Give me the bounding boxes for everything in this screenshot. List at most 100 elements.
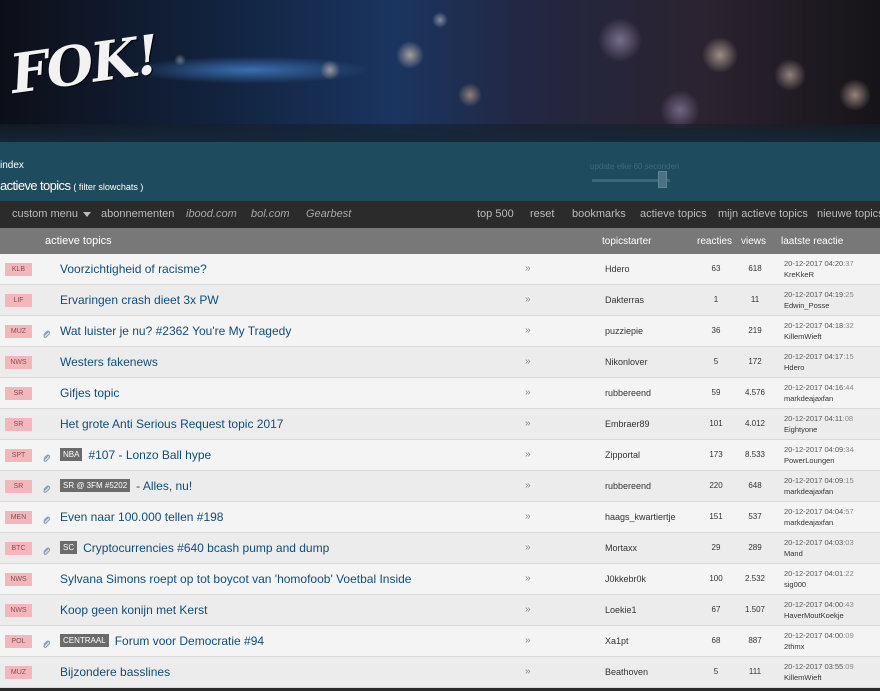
last-reply-user[interactable]: markdeajaxfan xyxy=(784,518,833,527)
topic-title-text[interactable]: #107 - Lonzo Ball hype xyxy=(88,448,211,462)
last-reply-time[interactable]: 20-12-2017 04:17:15 xyxy=(784,352,854,361)
topic-title-text[interactable]: Wat luister je nu? #2362 You're My Trage… xyxy=(60,324,291,338)
last-reply-time[interactable]: 20-12-2017 04:04:57 xyxy=(784,507,854,516)
topic-starter[interactable]: haags_kwartiertje xyxy=(605,512,676,522)
last-reply-user[interactable]: 2thmx xyxy=(784,642,804,651)
topic-starter[interactable]: Nikonlover xyxy=(605,357,648,367)
topic-title-text[interactable]: - Alles, nu! xyxy=(136,479,192,493)
last-page-arrow-icon[interactable]: » xyxy=(525,356,531,367)
last-reply-user[interactable]: Edwin_Posse xyxy=(784,301,829,310)
topic-title-text[interactable]: Forum voor Democratie #94 xyxy=(115,634,264,648)
topic-title[interactable]: Wat luister je nu? #2362 You're My Trage… xyxy=(60,324,291,338)
last-page-arrow-icon[interactable]: » xyxy=(525,387,531,398)
last-reply-time[interactable]: 20-12-2017 04:03:03 xyxy=(784,538,854,547)
nav-custom-menu[interactable]: custom menu xyxy=(12,208,92,220)
category-badge[interactable]: MUZ xyxy=(5,666,32,679)
topic-title-text[interactable]: Even naar 100.000 tellen #198 xyxy=(60,510,223,524)
category-badge[interactable]: MEN xyxy=(5,511,32,524)
table-row[interactable]: NWS Koop geen konijn met Kerst » Loekie1 67 1… xyxy=(0,595,880,626)
update-slider-handle[interactable] xyxy=(658,171,667,188)
last-reply-time[interactable]: 20-12-2017 04:01:22 xyxy=(784,569,854,578)
topic-starter[interactable]: rubbereend xyxy=(605,388,651,398)
category-badge[interactable]: KLB xyxy=(5,263,32,276)
table-row[interactable]: SPT NBA #107 - Lonzo Ball hype » Zipportal 17… xyxy=(0,440,880,471)
last-reply-user[interactable]: Hdero xyxy=(784,363,804,372)
topic-starter[interactable]: rubbereend xyxy=(605,481,651,491)
topic-title[interactable]: NBA #107 - Lonzo Ball hype xyxy=(60,448,211,462)
nav-reset[interactable]: reset xyxy=(530,208,554,220)
category-badge[interactable]: LIF xyxy=(5,294,32,307)
table-row[interactable]: MUZ Bijzondere basslines » Beathoven 5 111 20-… xyxy=(0,657,880,688)
last-reply-user[interactable]: HaverMoutKoekje xyxy=(784,611,844,620)
nav-mijn-actieve-topics[interactable]: mijn actieve topics xyxy=(718,208,808,220)
topic-title[interactable]: Het grote Anti Serious Request topic 201… xyxy=(60,417,283,431)
page-title-text[interactable]: actieve topics xyxy=(0,178,71,193)
last-reply-time[interactable]: 20-12-2017 04:11:08 xyxy=(784,414,853,423)
last-page-arrow-icon[interactable]: » xyxy=(525,604,531,615)
topic-title[interactable]: Even naar 100.000 tellen #198 xyxy=(60,510,223,524)
table-row[interactable]: SR Het grote Anti Serious Request topic 2… xyxy=(0,409,880,440)
last-page-arrow-icon[interactable]: » xyxy=(525,542,531,553)
nav-bookmarks[interactable]: bookmarks xyxy=(572,208,626,220)
topic-title-text[interactable]: Cryptocurrencies #640 bcash pump and dum… xyxy=(83,541,329,555)
breadcrumb-index[interactable]: index xyxy=(0,160,24,171)
topic-title[interactable]: Koop geen konijn met Kerst xyxy=(60,603,207,617)
topic-title-text[interactable]: Koop geen konijn met Kerst xyxy=(60,603,207,617)
table-row[interactable]: LIF Ervaringen crash dieet 3x PW » Dakterra… xyxy=(0,285,880,316)
filter-slowchats-link[interactable]: ( filter slowchats ) xyxy=(73,182,143,192)
table-row[interactable]: MEN Even naar 100.000 tellen #198 » haags_k… xyxy=(0,502,880,533)
nav-actieve-topics[interactable]: actieve topics xyxy=(640,208,707,220)
last-page-arrow-icon[interactable]: » xyxy=(525,511,531,522)
topic-starter[interactable]: Hdero xyxy=(605,264,630,274)
last-reply-time[interactable]: 20-12-2017 04:16:44 xyxy=(784,383,854,392)
last-reply-user[interactable]: markdeajaxfan xyxy=(784,394,833,403)
last-page-arrow-icon[interactable]: » xyxy=(525,635,531,646)
topic-title[interactable]: SC Cryptocurrencies #640 bcash pump and d… xyxy=(60,541,329,555)
category-badge[interactable]: BTC xyxy=(5,542,32,555)
table-row[interactable]: KLB Voorzichtigheid of racisme? » Hdero 63 61… xyxy=(0,254,880,285)
last-reply-user[interactable]: markdeajaxfan xyxy=(784,487,833,496)
topic-starter[interactable]: Xa1pt xyxy=(605,636,629,646)
last-reply-time[interactable]: 20-12-2017 04:19:25 xyxy=(784,290,854,299)
category-badge[interactable]: NWS xyxy=(5,356,32,369)
table-row[interactable]: NWS Westers fakenews » Nikonlover 5 172 20-12-… xyxy=(0,347,880,378)
topic-title-text[interactable]: Westers fakenews xyxy=(60,355,158,369)
topic-starter[interactable]: Zipportal xyxy=(605,450,640,460)
nav-gearbest[interactable]: Gearbest xyxy=(306,208,351,220)
category-badge[interactable]: SR xyxy=(5,480,32,493)
table-row[interactable]: SR Gifjes topic » rubbereend 59 4.576 20-12-20… xyxy=(0,378,880,409)
category-badge[interactable]: SR xyxy=(5,387,32,400)
topic-title-text[interactable]: Bijzondere basslines xyxy=(60,665,170,679)
last-page-arrow-icon[interactable]: » xyxy=(525,480,531,491)
topic-title[interactable]: Voorzichtigheid of racisme? xyxy=(60,262,207,276)
fok-logo[interactable]: FOK! xyxy=(6,21,161,109)
last-page-arrow-icon[interactable]: » xyxy=(525,294,531,305)
category-badge[interactable]: NWS xyxy=(5,573,32,586)
last-page-arrow-icon[interactable]: » xyxy=(525,325,531,336)
topic-starter[interactable]: Beathoven xyxy=(605,667,648,677)
topic-title[interactable]: Sylvana Simons roept op tot boycot van '… xyxy=(60,572,411,586)
topic-title[interactable]: Gifjes topic xyxy=(60,386,119,400)
topic-title[interactable]: Bijzondere basslines xyxy=(60,665,170,679)
last-reply-user[interactable]: KreKkeR xyxy=(784,270,814,279)
last-page-arrow-icon[interactable]: » xyxy=(525,573,531,584)
table-row[interactable]: BTC SC Cryptocurrencies #640 bcash pump an… xyxy=(0,533,880,564)
topic-title-text[interactable]: Ervaringen crash dieet 3x PW xyxy=(60,293,219,307)
last-page-arrow-icon[interactable]: » xyxy=(525,666,531,677)
category-badge[interactable]: POL xyxy=(5,635,32,648)
topic-starter[interactable]: puzziepie xyxy=(605,326,643,336)
topic-title[interactable]: Ervaringen crash dieet 3x PW xyxy=(60,293,219,307)
topic-title[interactable]: SR @ 3FM #5202 - Alles, nu! xyxy=(60,479,192,493)
last-reply-user[interactable]: Eightyone xyxy=(784,425,817,434)
last-reply-user[interactable]: KillemWieft xyxy=(784,332,822,341)
topic-starter[interactable]: Mortaxx xyxy=(605,543,637,553)
last-page-arrow-icon[interactable]: » xyxy=(525,449,531,460)
last-reply-user[interactable]: KillemWieft xyxy=(784,673,822,682)
topic-title-text[interactable]: Voorzichtigheid of racisme? xyxy=(60,262,207,276)
topic-starter[interactable]: Loekie1 xyxy=(605,605,637,615)
table-row[interactable]: MUZ Wat luister je nu? #2362 You're My Tr… xyxy=(0,316,880,347)
nav-ibood[interactable]: ibood.com xyxy=(186,208,237,220)
last-reply-time[interactable]: 20-12-2017 04:00:43 xyxy=(784,600,854,609)
category-badge[interactable]: NWS xyxy=(5,604,32,617)
topic-title-text[interactable]: Sylvana Simons roept op tot boycot van '… xyxy=(60,572,411,586)
